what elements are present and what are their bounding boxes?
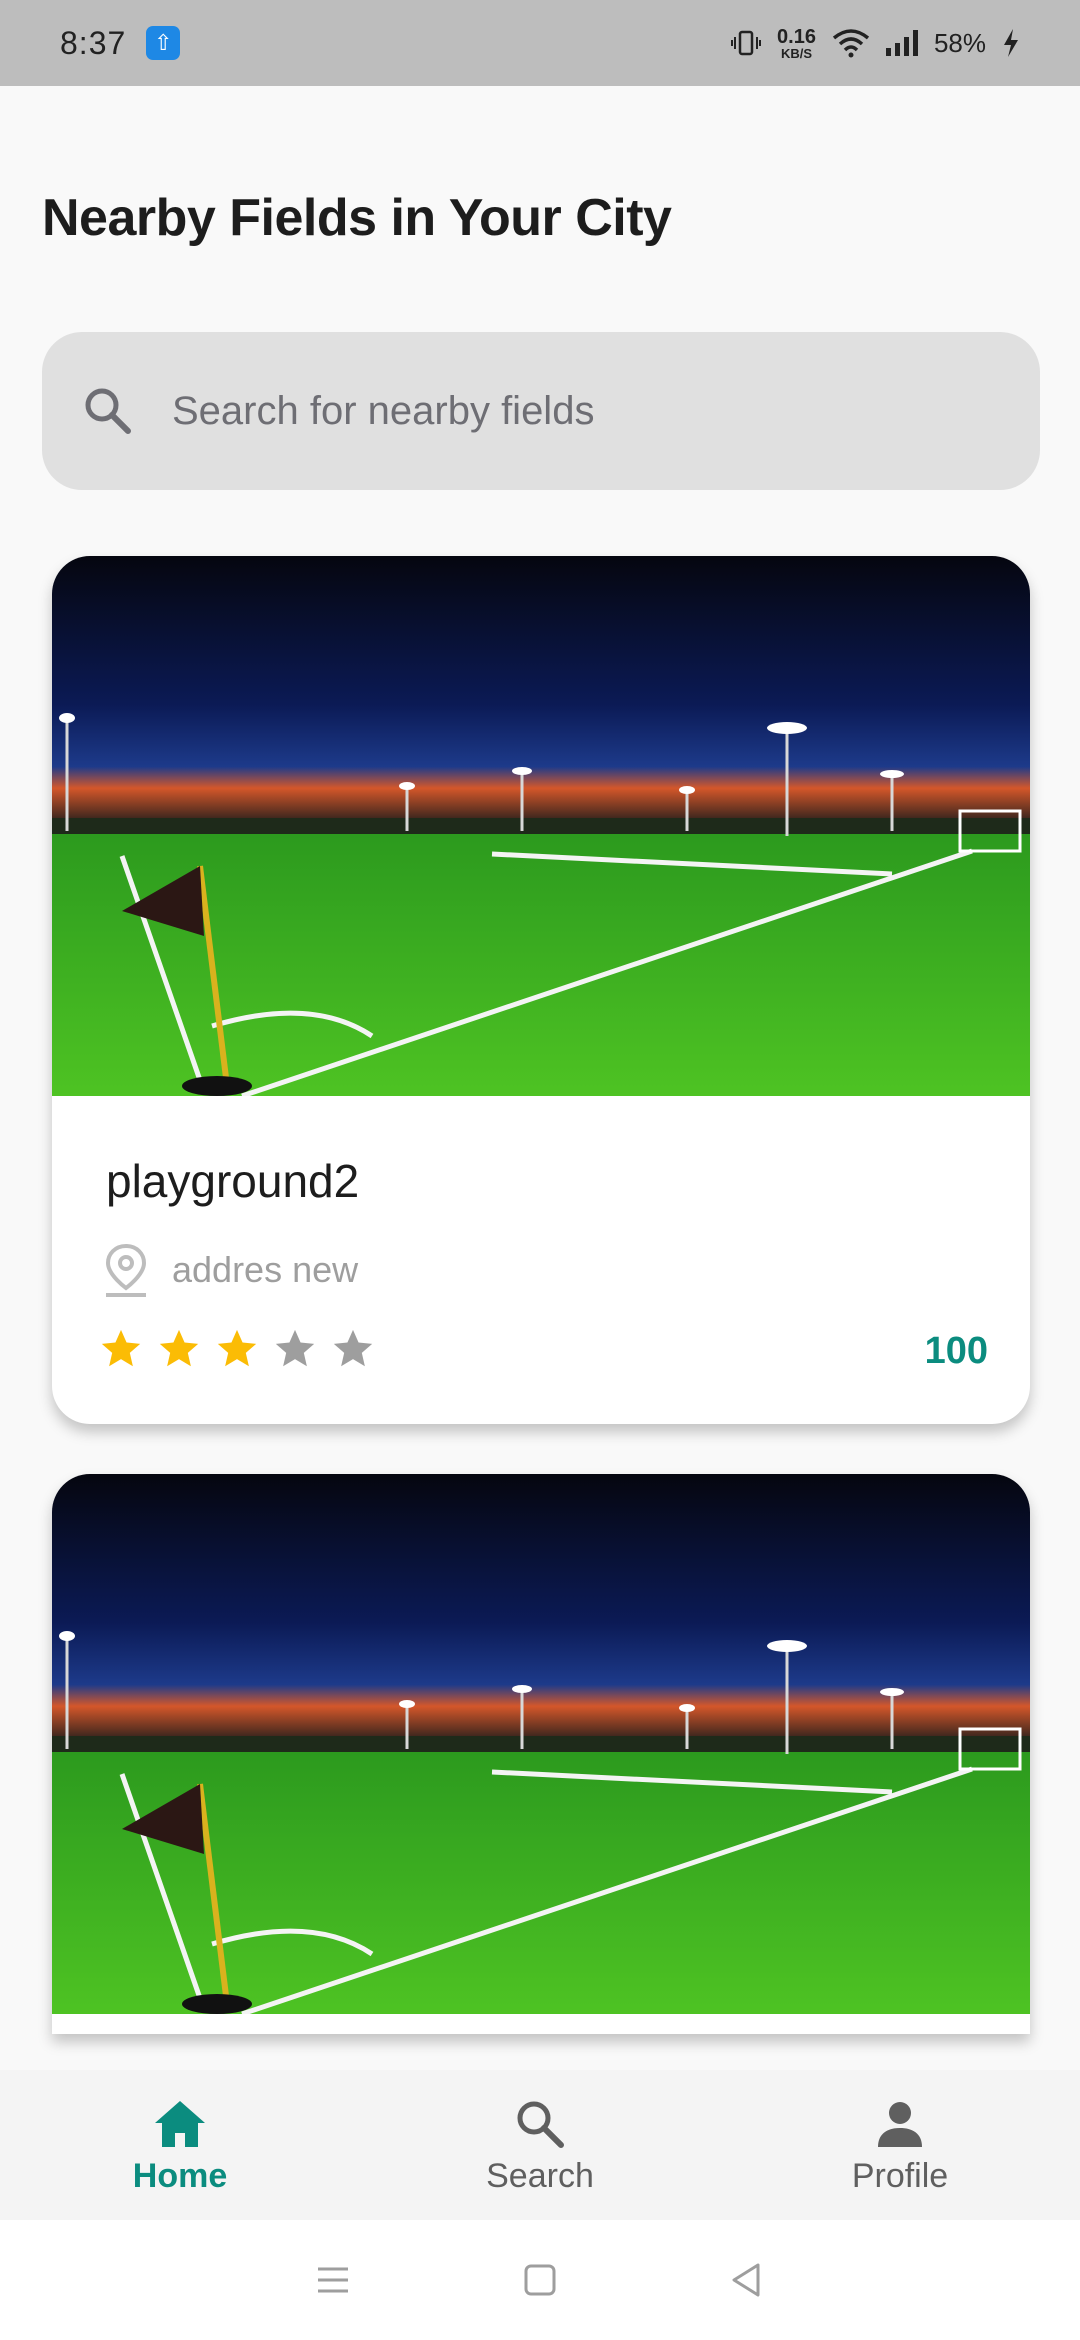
- field-image: [52, 556, 1030, 1096]
- signal-icon: [885, 30, 918, 56]
- back-icon[interactable]: [726, 2259, 768, 2301]
- field-details: playground2 addres new 100: [52, 1096, 1030, 1424]
- nav-search-label: Search: [486, 2156, 594, 2195]
- star-filled-icon: [101, 1329, 141, 1367]
- nav-search[interactable]: Search: [360, 2070, 720, 2220]
- field-card[interactable]: playground2 addres new 100: [52, 556, 1030, 1424]
- bottom-navigation: Home Search Profile: [0, 2070, 1080, 2220]
- nav-profile-label: Profile: [851, 2156, 949, 2195]
- menu-icon[interactable]: [312, 2259, 354, 2301]
- wifi-icon: [832, 29, 870, 58]
- field-address: addres new: [172, 1249, 359, 1290]
- home-icon: [155, 2100, 205, 2147]
- star-filled-icon: [217, 1329, 257, 1367]
- status-icons: 0.16 KB/S 58%: [731, 27, 1020, 60]
- field-card[interactable]: [52, 1474, 1030, 2034]
- field-location: addres new: [102, 1242, 358, 1298]
- nav-home-label: Home: [132, 2156, 228, 2195]
- status-time: 8:37: [60, 24, 127, 61]
- field-price: 100: [924, 1330, 988, 1372]
- location-pin-icon: [105, 1243, 147, 1297]
- usb-icon: ⇧: [146, 26, 181, 60]
- charging-icon: [1004, 29, 1018, 57]
- status-bar: 8:37 ⇧ 0.16 KB/S 58%: [0, 0, 1080, 86]
- nav-home[interactable]: Home: [0, 2070, 360, 2220]
- star-empty-icon: [275, 1329, 315, 1367]
- nav-profile[interactable]: Profile: [720, 2070, 1080, 2220]
- field-image: [52, 1474, 1030, 2014]
- vibrate-icon: [731, 30, 762, 56]
- page-title: Nearby Fields in Your City: [42, 189, 672, 247]
- search-bar[interactable]: [42, 332, 1040, 490]
- star-empty-icon: [333, 1329, 373, 1367]
- net-speed-value: 0.16: [777, 25, 816, 48]
- search-icon: [517, 2101, 564, 2148]
- search-icon: [85, 388, 131, 434]
- field-name: playground2: [106, 1155, 360, 1207]
- home-button-icon[interactable]: [519, 2259, 561, 2301]
- person-icon: [878, 2101, 922, 2147]
- search-input[interactable]: [172, 388, 952, 434]
- network-speed: 0.16 KB/S: [777, 27, 816, 60]
- star-rating: [98, 1326, 376, 1372]
- system-navigation-bar: [0, 2220, 1080, 2340]
- battery-level: 58%: [933, 27, 986, 58]
- star-filled-icon: [159, 1329, 199, 1367]
- net-speed-unit: KB/S: [780, 45, 813, 61]
